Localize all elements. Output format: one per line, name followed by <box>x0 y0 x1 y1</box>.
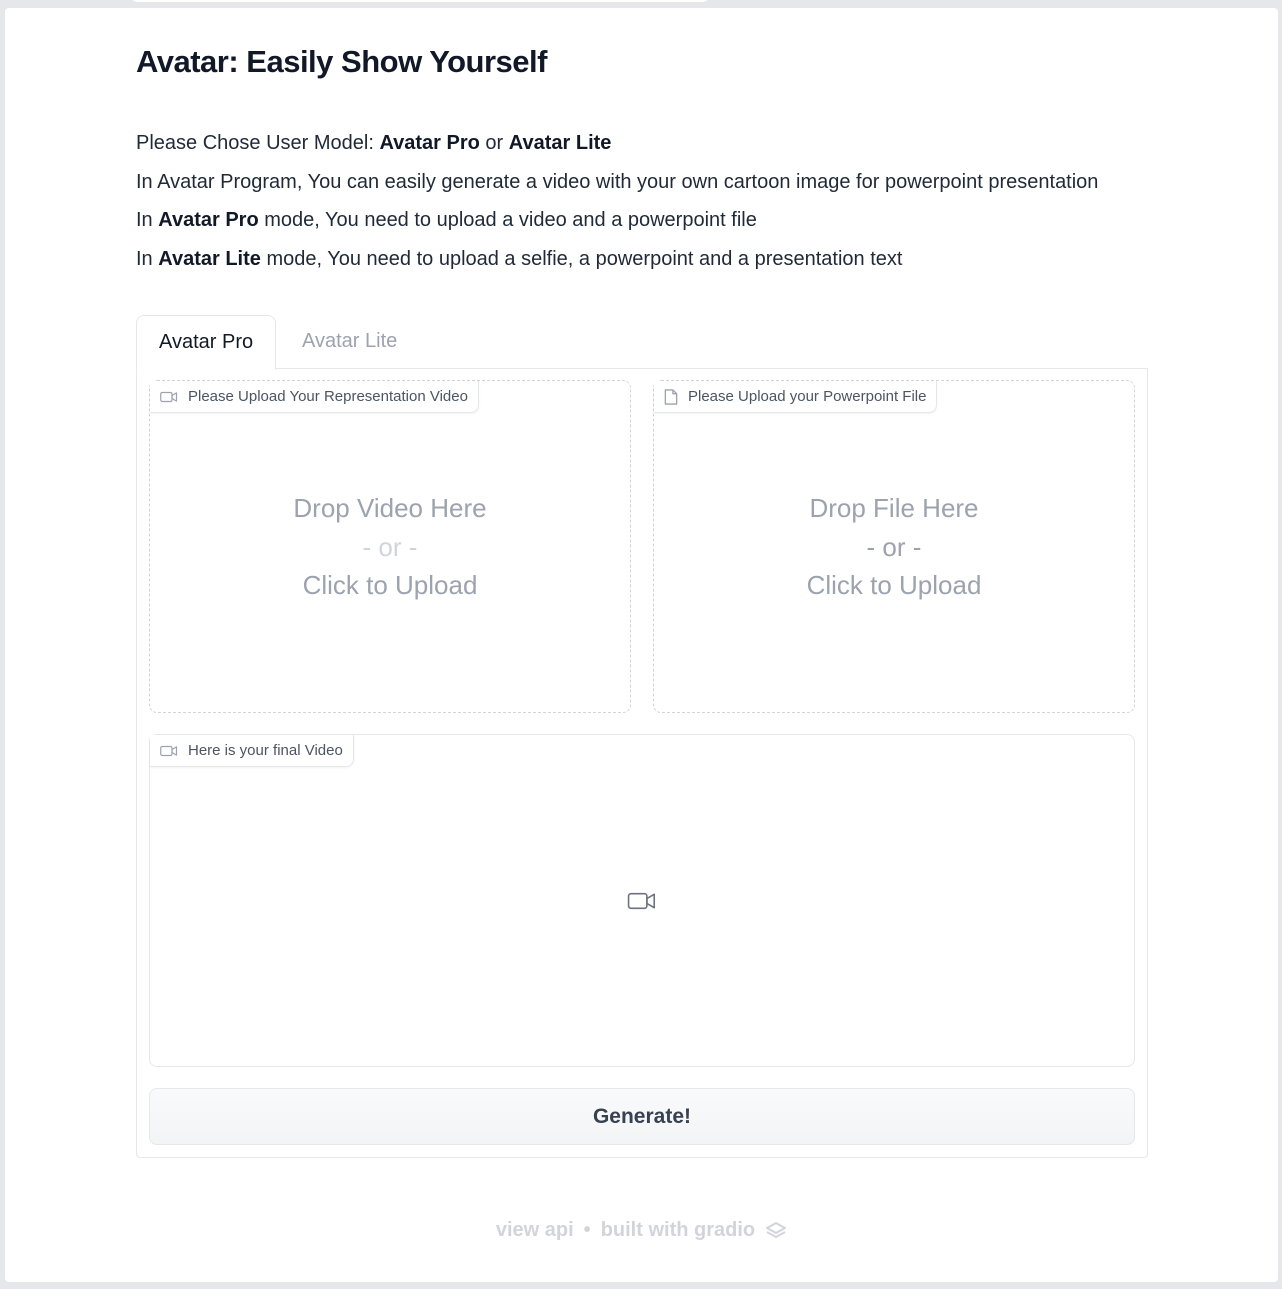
click-to-upload-text: Click to Upload <box>302 570 478 600</box>
drop-video-text: Drop Video Here <box>293 493 487 523</box>
tab-avatar-pro[interactable]: Avatar Pro <box>136 315 277 370</box>
browser-top-edge <box>130 0 710 2</box>
or-separator: - or - <box>866 531 922 562</box>
video-upload-label: Please Upload Your Representation Video <box>150 381 479 413</box>
footer-separator: • <box>583 1219 591 1241</box>
view-api-link[interactable]: view api <box>496 1219 574 1242</box>
output-video-player: Here is your final Video <box>149 734 1135 1067</box>
footer: view api • built with gradio <box>5 1219 1278 1242</box>
video-camera-icon <box>160 391 178 402</box>
page-title: Avatar: Easily Show Yourself <box>136 44 547 79</box>
gradio-logo-icon <box>766 1221 787 1238</box>
file-dropzone-text: Drop File Here - or - Click to Upload <box>654 489 1134 605</box>
click-to-upload-text: Click to Upload <box>806 570 982 600</box>
video-upload-dropzone[interactable]: Please Upload Your Representation Video … <box>149 380 631 713</box>
tab-avatar-lite[interactable]: Avatar Lite <box>280 315 419 367</box>
file-upload-dropzone[interactable]: Please Upload your Powerpoint File Drop … <box>653 380 1135 713</box>
output-video-label: Here is your final Video <box>150 735 354 767</box>
description-line-1: Please Chose User Model: Avatar Pro or A… <box>136 132 612 154</box>
description-line-2: In Avatar Program, You can easily genera… <box>136 170 1099 193</box>
or-separator: - or - <box>362 531 418 562</box>
description: Please Chose User Model: Avatar Pro or A… <box>136 124 1098 279</box>
file-icon <box>664 388 678 405</box>
tab-panel-avatar-pro: Please Upload Your Representation Video … <box>136 368 1148 1158</box>
built-with-gradio-link[interactable]: built with gradio <box>601 1219 755 1242</box>
video-dropzone-text: Drop Video Here - or - Click to Upload <box>150 489 630 605</box>
description-line-4: In Avatar Lite mode, You need to upload … <box>136 248 903 271</box>
description-line-3: In Avatar Pro mode, You need to upload a… <box>136 209 757 232</box>
drop-file-text: Drop File Here <box>809 493 979 523</box>
tab-bar: Avatar Pro Avatar Lite <box>136 315 1148 370</box>
video-placeholder-icon <box>627 892 656 910</box>
gradio-app: Avatar: Easily Show Yourself Please Chos… <box>5 8 1278 1282</box>
generate-button[interactable]: Generate! <box>149 1088 1135 1145</box>
file-upload-label: Please Upload your Powerpoint File <box>654 381 938 413</box>
video-camera-icon <box>160 745 178 756</box>
